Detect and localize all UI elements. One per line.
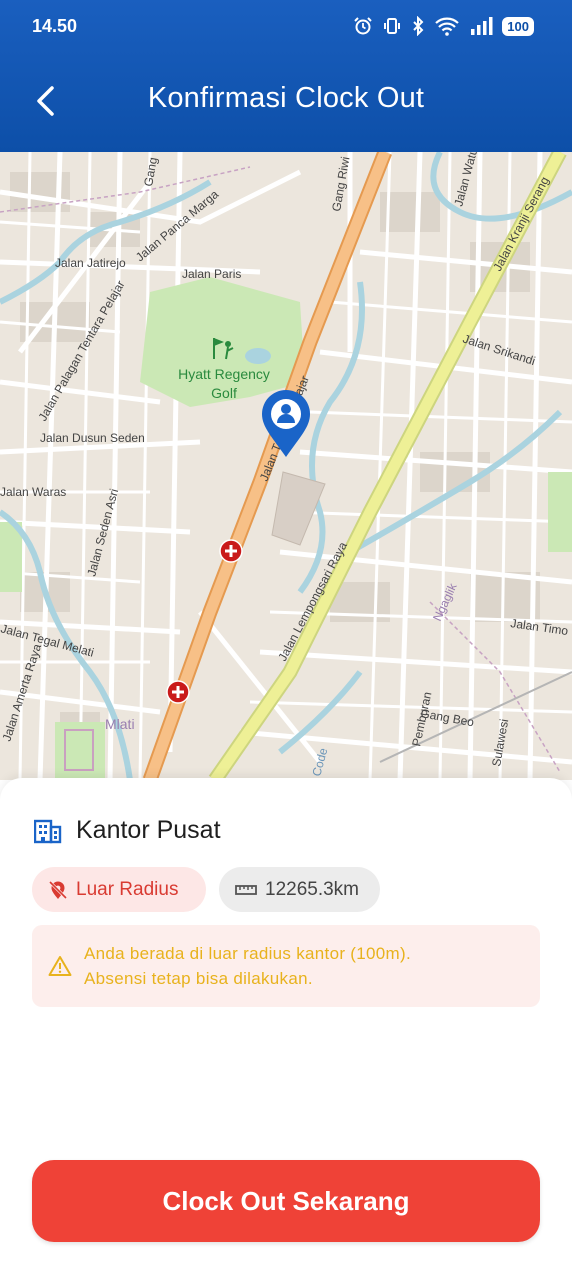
status-bar: 14.50 100 bbox=[32, 14, 534, 38]
map-label: Jalan Paris bbox=[182, 267, 241, 281]
radius-status-badge: Luar Radius bbox=[32, 867, 206, 912]
distance-text: 12265.3km bbox=[265, 878, 360, 900]
map-canvas[interactable]: Hyatt Regency Golf Jalan Tentara Pelajar… bbox=[0, 152, 572, 780]
distance-badge: 12265.3km bbox=[219, 867, 380, 912]
warning-text-line2: Absensi tetap bisa dilakukan. bbox=[84, 969, 313, 988]
hospital-marker[interactable] bbox=[166, 680, 190, 704]
wifi-icon bbox=[435, 17, 460, 36]
radius-status-text: Luar Radius bbox=[76, 878, 179, 900]
office-row: Kantor Pusat bbox=[34, 816, 221, 845]
map-label: Jalan Waras bbox=[0, 485, 66, 499]
hospital-marker[interactable] bbox=[219, 539, 243, 563]
map-view[interactable]: Hyatt Regency Golf Jalan Tentara Pelajar… bbox=[0, 152, 572, 780]
bluetooth-icon bbox=[413, 16, 424, 36]
signal-icon bbox=[471, 17, 493, 35]
page-title: Konfirmasi Clock Out bbox=[147, 82, 425, 114]
clock-out-button[interactable]: Clock Out Sekarang bbox=[32, 1160, 540, 1242]
battery-icon: 100 bbox=[502, 16, 534, 36]
warning-icon bbox=[48, 956, 72, 976]
map-label: Jalan Jatirejo bbox=[55, 256, 126, 270]
ruler-icon bbox=[235, 884, 257, 895]
poi-label: Golf bbox=[211, 385, 237, 401]
building-icon bbox=[34, 819, 62, 843]
office-name: Kantor Pusat bbox=[76, 816, 221, 844]
map-label: Jalan Dusun Seden bbox=[40, 431, 145, 445]
vibrate-icon bbox=[384, 18, 401, 34]
alarm-icon bbox=[354, 17, 373, 35]
location-off-icon bbox=[48, 880, 68, 899]
status-time: 14.50 bbox=[32, 15, 78, 36]
warning-text-line1: Anda berada di luar radius kantor (100m)… bbox=[84, 944, 411, 963]
bottom-sheet: Kantor Pusat Luar Radius 12265.3km Anda … bbox=[0, 778, 572, 1280]
poi-label: Hyatt Regency bbox=[178, 366, 270, 382]
map-label: Mlati bbox=[105, 716, 135, 732]
warning-alert: Anda berada di luar radius kantor (100m)… bbox=[32, 925, 540, 1007]
app-header: 14.50 100 Konfirmasi Clock Out bbox=[0, 0, 572, 152]
